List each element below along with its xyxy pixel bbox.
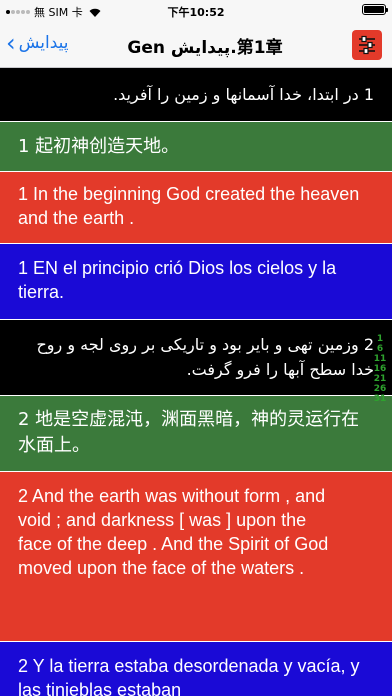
navigation-bar: ‹ پیدایش Gen پیدایش.第1章 xyxy=(0,22,392,68)
verse-list[interactable]: 1 در ابتدا، خدا آسمانها و زمین را آفرید.… xyxy=(0,68,392,696)
verse-index[interactable]: 1 6 11 16 21 26 31 xyxy=(370,334,390,404)
verse-text: 1 起初神创造天地。 xyxy=(18,136,180,157)
verse-index-item[interactable]: 6 xyxy=(377,344,383,354)
back-label: پیدایش xyxy=(18,33,69,53)
status-right xyxy=(362,4,388,15)
verse-index-item[interactable]: 31 xyxy=(374,394,387,404)
verse-index-item[interactable]: 21 xyxy=(374,374,387,384)
verse-text: 2 وزمین تهی و بایر بود و تاریکی بر روی ل… xyxy=(36,335,374,379)
battery-level xyxy=(364,6,384,13)
verse-text: 1 EN el principio crió Dios los cielos y… xyxy=(18,258,337,302)
verse-text: 2 地是空虚混沌，渊面黑暗，神的灵运行在水面上。 xyxy=(18,409,360,456)
verse-index-item[interactable]: 11 xyxy=(374,354,387,364)
battery-icon xyxy=(362,4,388,15)
verse-text: 2 Y la tierra estaba desordenada y vacía… xyxy=(18,656,360,696)
page-title: Gen پیدایش.第1章 xyxy=(127,38,283,58)
verse-text: 1 در ابتدا، خدا آسمانها و زمین را آفرید. xyxy=(113,85,374,104)
verse-row-spanish[interactable]: 1 EN el principio crió Dios los cielos y… xyxy=(0,244,392,320)
back-button[interactable]: ‹ پیدایش xyxy=(6,31,69,55)
verse-index-item[interactable]: 1 xyxy=(377,334,383,344)
chevron-left-icon: ‹ xyxy=(6,29,16,57)
settings-button[interactable] xyxy=(352,30,382,60)
verse-row-spanish[interactable]: 2 Y la tierra estaba desordenada y vacía… xyxy=(0,642,392,696)
verse-row-farsi[interactable]: 1 در ابتدا، خدا آسمانها و زمین را آفرید. xyxy=(0,68,392,122)
verse-text: 1 In the beginning God created the heave… xyxy=(18,184,360,228)
verse-index-item[interactable]: 16 xyxy=(374,364,387,374)
verse-row-english[interactable]: 2 And the earth was without form , and v… xyxy=(0,472,392,642)
verse-index-item[interactable]: 26 xyxy=(374,384,387,394)
verse-row-chinese[interactable]: 2 地是空虚混沌，渊面黑暗，神的灵运行在水面上。 xyxy=(0,396,392,472)
verse-text: 2 And the earth was without form , and v… xyxy=(18,486,329,578)
verse-row-farsi[interactable]: 2 وزمین تهی و بایر بود و تاریکی بر روی ل… xyxy=(0,320,392,396)
sliders-icon xyxy=(359,35,375,55)
status-time: 下午10:52 xyxy=(167,6,225,19)
status-bar: 無 SIM 卡 下午10:52 xyxy=(0,0,392,22)
verse-row-chinese[interactable]: 1 起初神创造天地。 xyxy=(0,122,392,172)
verse-row-english[interactable]: 1 In the beginning God created the heave… xyxy=(0,172,392,244)
